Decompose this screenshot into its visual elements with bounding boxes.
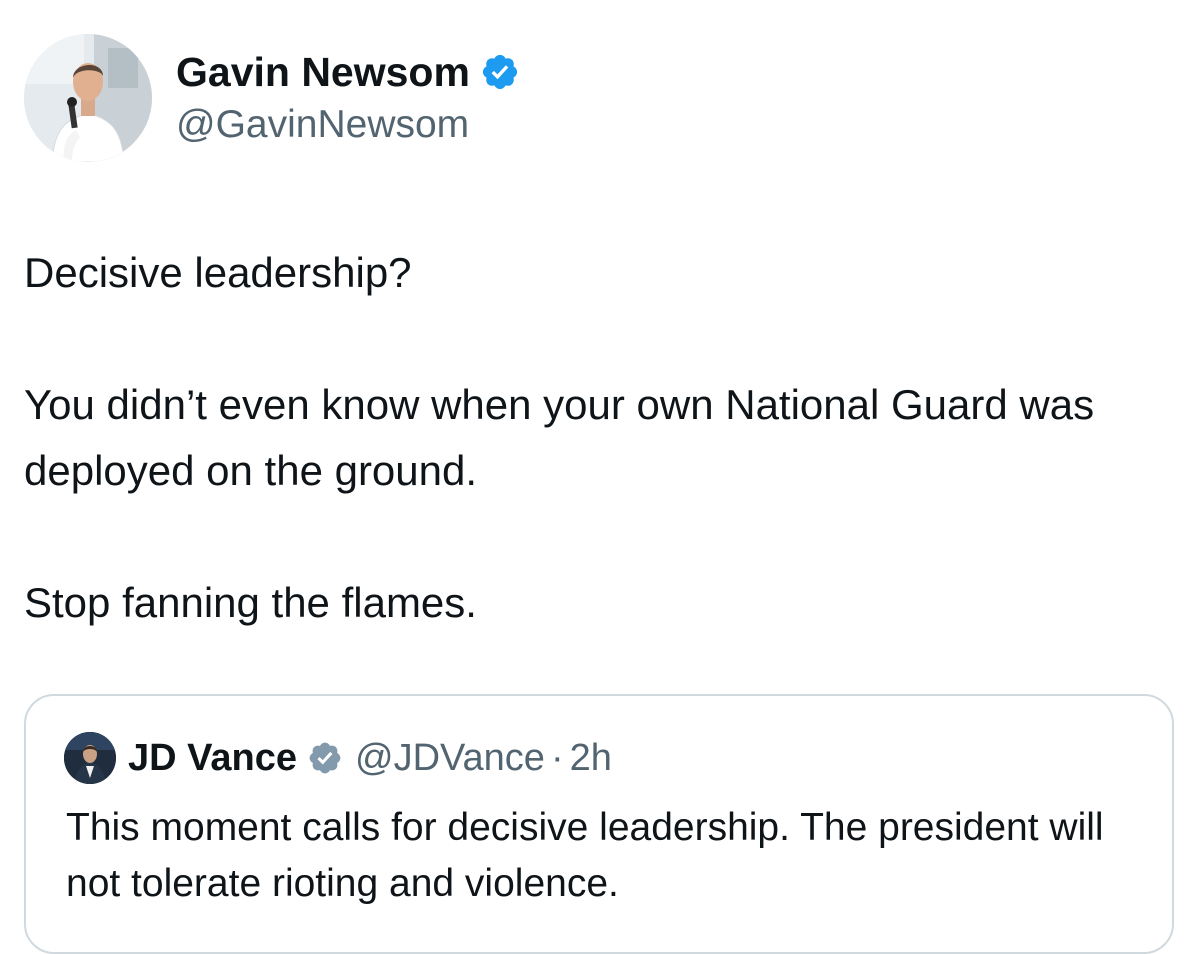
verified-badge-gray-icon (307, 740, 343, 776)
separator-dot: · (550, 737, 564, 779)
tweet-paragraph: Decisive leadership? (24, 249, 412, 296)
verified-badge-icon (480, 52, 520, 92)
tweet-text: Decisive leadership? You didn’t even kno… (24, 240, 1164, 636)
quoted-tweet-header: JD Vance @JDVance · 2h (64, 732, 612, 784)
author-handle[interactable]: @GavinNewsom (176, 102, 469, 148)
author-avatar[interactable] (24, 34, 152, 162)
tweet[interactable]: Gavin Newsom @GavinNewsom Decisive leade… (0, 0, 1200, 954)
quoted-author-avatar[interactable] (64, 732, 116, 784)
tweet-paragraph: You didn’t even know when your own Natio… (24, 381, 1095, 494)
quoted-author-name[interactable]: JD Vance (128, 735, 297, 781)
quoted-author-handle[interactable]: @JDVance (355, 735, 545, 781)
quoted-tweet-text: This moment calls for decisive leadershi… (66, 806, 1104, 905)
quoted-tweet-card[interactable]: JD Vance @JDVance · 2h This moment calls… (24, 694, 1174, 954)
avatar-image (24, 34, 152, 162)
quoted-avatar-image (64, 732, 116, 784)
quoted-tweet-timestamp[interactable]: 2h (570, 735, 612, 781)
author-name[interactable]: Gavin Newsom (176, 48, 520, 96)
tweet-paragraph: Stop fanning the flames. (24, 579, 477, 626)
author-name-text[interactable]: Gavin Newsom (176, 48, 470, 96)
